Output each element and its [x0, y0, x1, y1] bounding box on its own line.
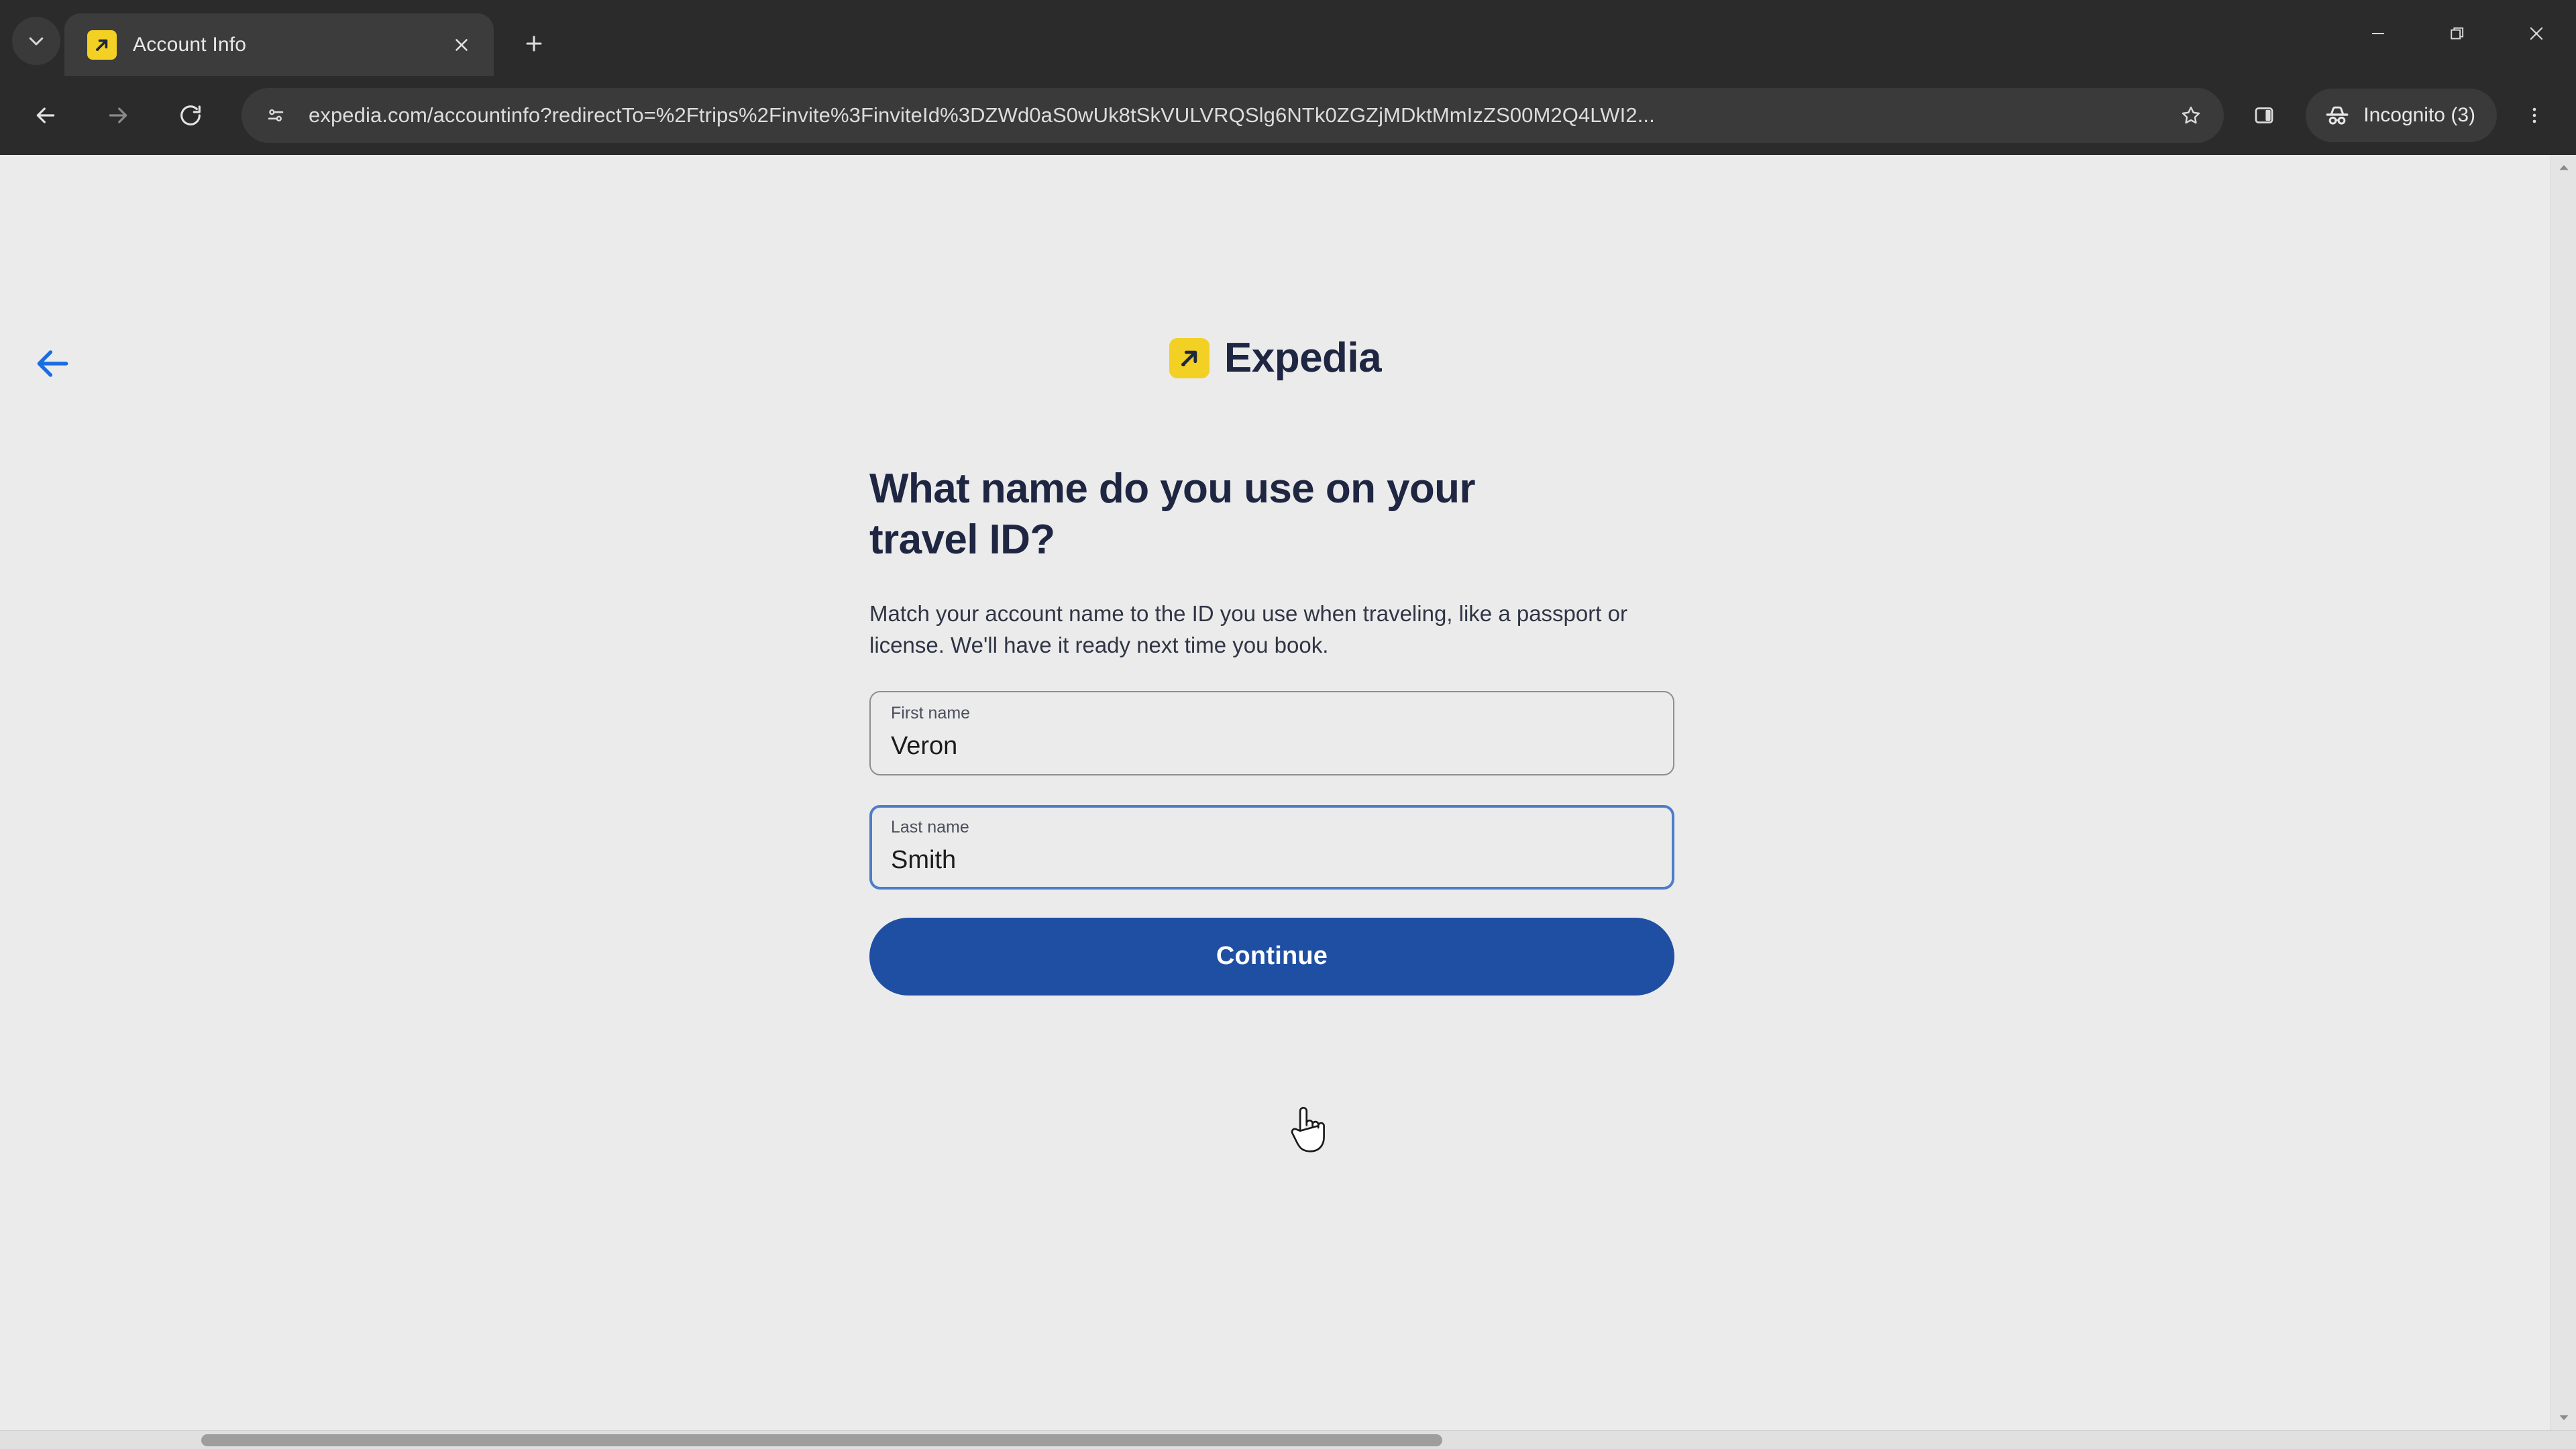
address-bar[interactable]: expedia.com/accountinfo?redirectTo=%2Ftr…	[241, 88, 2224, 143]
account-name-form: What name do you use on your travel ID? …	[869, 464, 1674, 996]
tab-close-button[interactable]	[444, 28, 479, 62]
bookmark-star-icon[interactable]	[2170, 95, 2212, 136]
three-dots-icon	[2532, 107, 2536, 123]
page-description: Match your account name to the ID you us…	[869, 601, 1627, 658]
new-tab-button[interactable]	[513, 22, 555, 65]
incognito-label: Incognito (3)	[2363, 104, 2475, 126]
site-settings-icon[interactable]	[255, 95, 297, 136]
window-controls	[2339, 0, 2576, 67]
close-icon	[455, 38, 468, 51]
mouse-cursor	[1283, 1102, 1330, 1159]
minimize-button[interactable]	[2339, 0, 2418, 67]
side-panel-button[interactable]	[2239, 90, 2290, 141]
tab-title: Account Info	[133, 33, 247, 56]
horizontal-scrollbar-thumb[interactable]	[201, 1434, 1442, 1446]
scroll-down-button[interactable]	[2551, 1405, 2576, 1430]
back-button[interactable]	[17, 87, 74, 144]
continue-button[interactable]: Continue	[869, 917, 1674, 996]
first-name-field[interactable]: First name Veron	[869, 690, 1674, 775]
incognito-icon	[2326, 106, 2349, 125]
expedia-wordmark: Expedia	[1224, 335, 1382, 381]
side-panel-icon	[2255, 107, 2273, 123]
page-viewport: Expedia What name do you use on your tra…	[0, 155, 2576, 1430]
expedia-arrow-glyph	[96, 39, 108, 51]
horizontal-scrollbar[interactable]	[0, 1430, 2576, 1449]
first-name-value: Veron	[891, 731, 958, 760]
tune-icon	[268, 109, 284, 121]
expedia-logo: Expedia	[0, 337, 2551, 379]
arrow-left-icon	[36, 107, 55, 123]
arrow-right-icon	[109, 107, 127, 123]
minimize-icon	[2371, 33, 2385, 34]
tab-search-button[interactable]	[12, 17, 60, 65]
chevron-down-icon	[29, 37, 44, 46]
expedia-account-info-page: Expedia What name do you use on your tra…	[0, 155, 2551, 1430]
address-bar-url: expedia.com/accountinfo?redirectTo=%2Ftr…	[309, 103, 1655, 127]
expedia-mark-icon	[1169, 338, 1210, 378]
tab-strip: Account Info	[0, 0, 2576, 76]
close-window-button[interactable]	[2497, 0, 2576, 67]
last-name-label: Last name	[891, 817, 969, 837]
toolbar-right-cluster: Incognito (3)	[2239, 89, 2559, 142]
page-title: What name do you use on your travel ID?	[869, 466, 1476, 563]
reload-icon	[180, 105, 201, 125]
plus-icon	[526, 36, 542, 52]
browser-tab[interactable]: Account Info	[64, 13, 494, 76]
star-icon	[2182, 106, 2200, 124]
maximize-restore-button[interactable]	[2418, 0, 2497, 67]
reload-button[interactable]	[162, 87, 219, 144]
close-icon	[2530, 27, 2543, 40]
incognito-indicator[interactable]: Incognito (3)	[2306, 89, 2497, 142]
caret-down-icon	[2559, 1415, 2569, 1420]
vertical-scrollbar[interactable]	[2551, 155, 2576, 1430]
browser-toolbar: expedia.com/accountinfo?redirectTo=%2Ftr…	[0, 76, 2576, 155]
forward-button[interactable]	[90, 87, 146, 144]
first-name-label: First name	[891, 703, 971, 722]
last-name-value: Smith	[891, 845, 957, 874]
last-name-field[interactable]: Last name Smith	[869, 804, 1674, 890]
expedia-arrow-glyph	[1181, 350, 1197, 367]
browser-window: Account Info expedia.com/accountinfo?red…	[0, 0, 2576, 1449]
expedia-favicon-icon	[87, 30, 117, 60]
pointing-hand-cursor-icon	[1291, 1107, 1325, 1152]
scroll-up-button[interactable]	[2551, 155, 2576, 180]
restore-icon	[2451, 27, 2464, 40]
chrome-menu-button[interactable]	[2510, 91, 2559, 140]
caret-up-icon	[2559, 165, 2569, 170]
